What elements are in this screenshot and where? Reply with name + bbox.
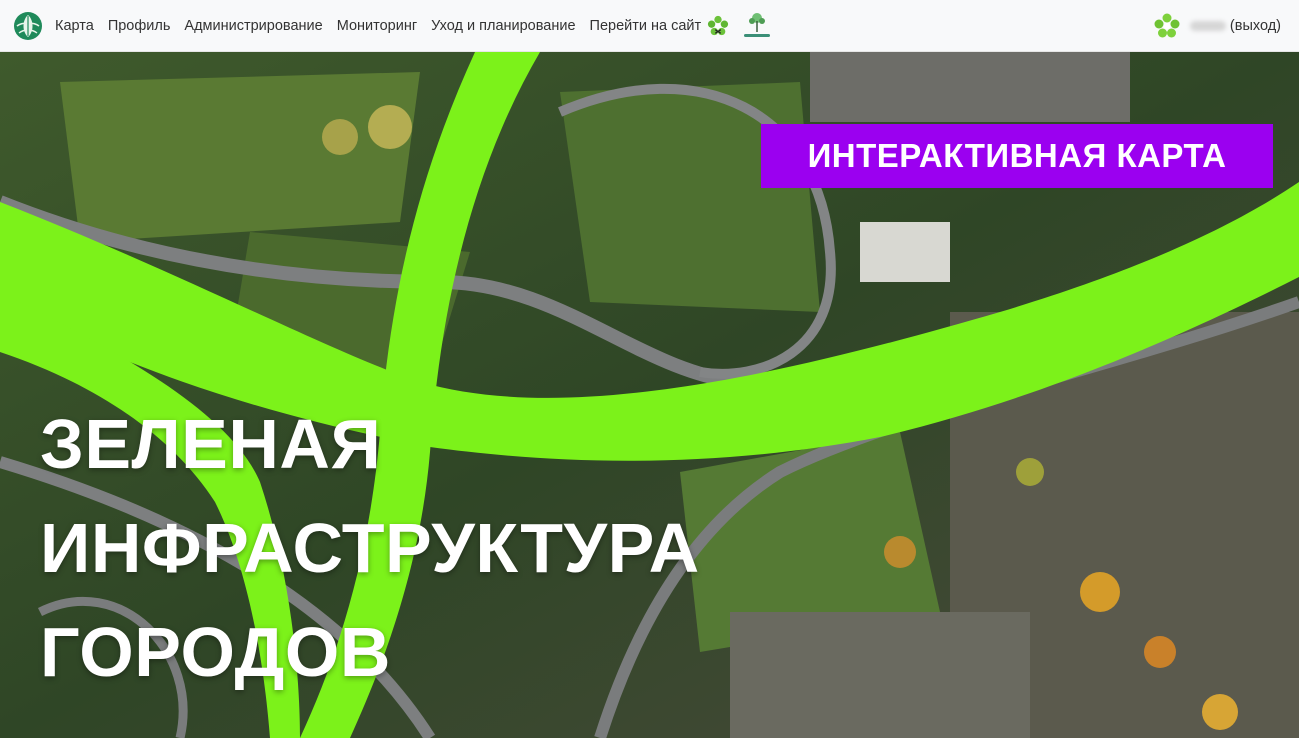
nav-link-go-to-site[interactable]: Перейти на сайт [590, 15, 742, 37]
hero-banner: ЗЕЛЕНАЯ ИНФРАСТРУКТУРА ГОРОДОВ ИНТЕРАКТИ… [0, 52, 1299, 738]
hero-title: ЗЕЛЕНАЯ ИНФРАСТРУКТУРА ГОРОДОВ [40, 392, 700, 704]
user-area: (выход) [1154, 13, 1281, 39]
user-name-redacted [1189, 20, 1226, 31]
partner-logo-icon[interactable] [741, 11, 773, 41]
nav-link-monitoring[interactable]: Мониторинг [337, 18, 417, 34]
green-flower-icon [1154, 13, 1180, 37]
nav-link-go-to-site-label: Перейти на сайт [589, 17, 702, 34]
hero-title-line-2: ИНФРАСТРУКТУРА [40, 509, 700, 587]
nav-link-profile[interactable]: Профиль [108, 18, 171, 34]
leaf-globe-icon[interactable] [13, 11, 43, 41]
top-navbar: Карта Профиль Администрирование Монитори… [0, 0, 1299, 52]
nav-links: Карта Профиль Администрирование Монитори… [55, 11, 773, 41]
nav-link-care-planning[interactable]: Уход и планирование [431, 18, 575, 34]
hero-title-line-3: ГОРОДОВ [40, 613, 391, 691]
hero-title-line-1: ЗЕЛЕНАЯ [40, 405, 382, 483]
green-flower-icon [708, 15, 729, 35]
nav-link-admin[interactable]: Администрирование [184, 18, 322, 34]
logout-link[interactable]: (выход) [1230, 18, 1281, 34]
interactive-map-button[interactable]: ИНТЕРАКТИВНАЯ КАРТА [761, 124, 1273, 188]
nav-link-map[interactable]: Карта [55, 18, 94, 34]
